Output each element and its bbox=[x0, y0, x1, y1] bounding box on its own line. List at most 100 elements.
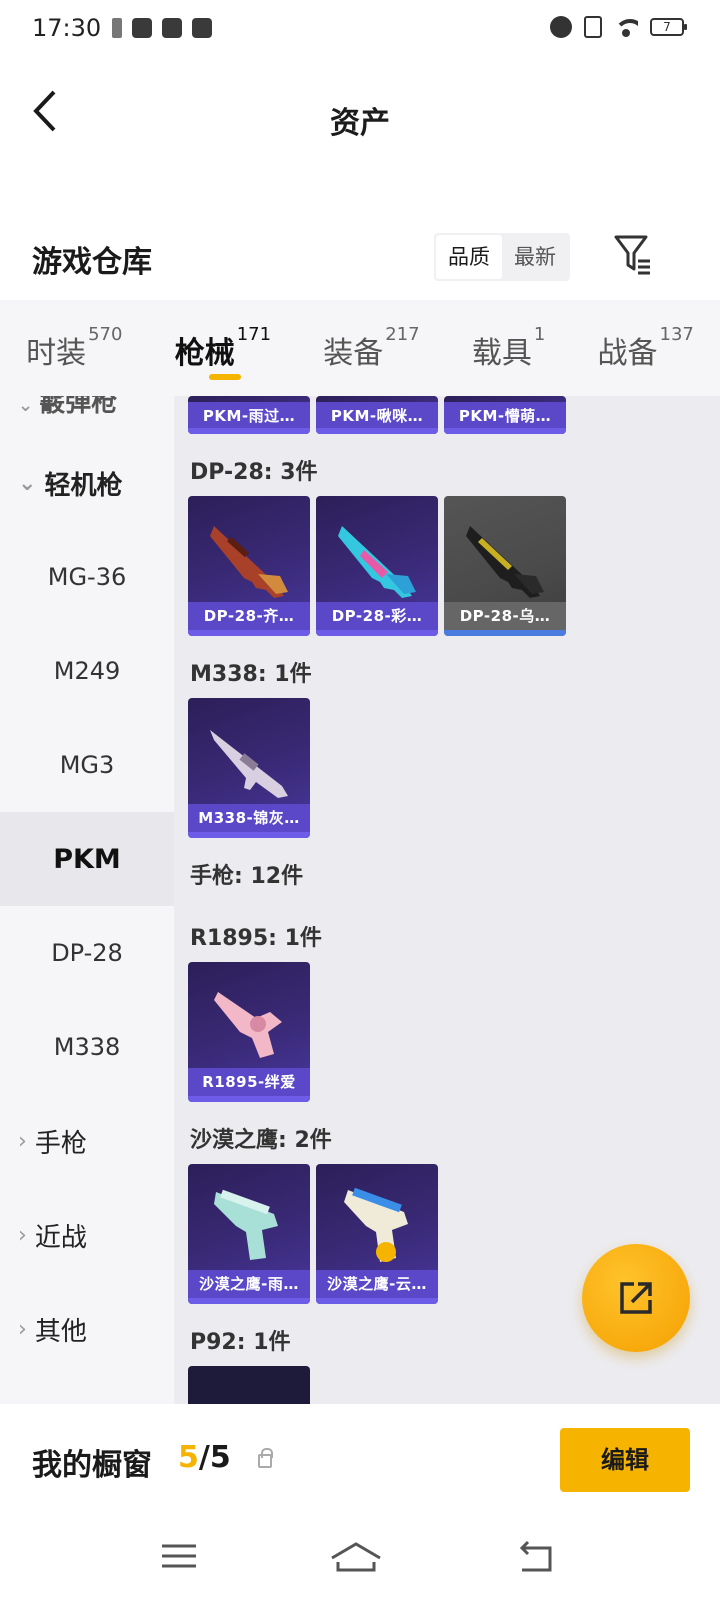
chevron-right-icon: › bbox=[18, 1316, 27, 1342]
weapon-image bbox=[466, 526, 544, 598]
group-title-desert-eagle: 沙漠之鹰: 2件 bbox=[190, 1128, 332, 1153]
tab-label: 枪械 bbox=[174, 336, 235, 371]
showcase-count: 5/5 bbox=[178, 1440, 231, 1475]
lock-icon bbox=[258, 1448, 273, 1468]
menu-button[interactable] bbox=[150, 1536, 210, 1580]
sidebar-item-m338[interactable]: M338 bbox=[0, 1000, 174, 1094]
skin-card-label: R1895-绊爱 bbox=[188, 1068, 310, 1096]
tab-fashion[interactable]: 时装 570 bbox=[26, 324, 122, 372]
rarity-bar bbox=[316, 1298, 438, 1304]
system-icons: 7 bbox=[550, 16, 687, 38]
tab-equipment[interactable]: 装备 217 bbox=[323, 324, 419, 372]
rarity-bar bbox=[188, 428, 310, 434]
sd-card-icon bbox=[112, 18, 122, 38]
system-nav-bar bbox=[0, 1522, 720, 1600]
sidebar-item-mg36[interactable]: MG-36 bbox=[0, 530, 174, 624]
chevron-down-icon: ⌄ bbox=[18, 396, 34, 416]
rarity-bar bbox=[316, 630, 438, 636]
skin-card-label: DP-28-彩… bbox=[316, 602, 438, 630]
share-icon bbox=[620, 1282, 652, 1314]
weapon-image bbox=[210, 526, 288, 598]
skin-card[interactable]: PKM-懵萌… bbox=[444, 396, 566, 434]
sidebar-item-m249[interactable]: M249 bbox=[0, 624, 174, 718]
sidebar-group-label: 手枪 bbox=[34, 1128, 87, 1159]
showcase-bar: 我的橱窗 5/5 编辑 bbox=[0, 1404, 720, 1522]
section-title-pistol: 手枪: 12件 bbox=[190, 864, 304, 889]
rarity-bar bbox=[188, 832, 310, 838]
sidebar-group-melee[interactable]: › 近战 bbox=[0, 1188, 174, 1282]
skin-card-label: PKM-雨过… bbox=[188, 402, 310, 430]
sort-quality-button[interactable]: 品质 bbox=[436, 235, 502, 279]
group-title-r1895: R1895: 1件 bbox=[190, 926, 322, 951]
skin-card[interactable]: 沙漠之鹰-雨… bbox=[188, 1164, 310, 1304]
rarity-bar bbox=[444, 630, 566, 636]
weapon-image bbox=[338, 526, 416, 598]
sidebar-item-mg3[interactable]: MG3 bbox=[0, 718, 174, 812]
skin-card[interactable]: DP-28-彩… bbox=[316, 496, 438, 636]
skin-card[interactable]: DP-28-乌… bbox=[444, 496, 566, 636]
skin-card[interactable]: M338-锦灰… bbox=[188, 698, 310, 838]
back-nav-button[interactable] bbox=[506, 1536, 566, 1580]
weapon-image bbox=[210, 730, 288, 798]
header: 资产 bbox=[0, 58, 720, 168]
share-button[interactable] bbox=[582, 1244, 690, 1352]
skin-card[interactable]: DP-28-齐… bbox=[188, 496, 310, 636]
sidebar-item-shotgun-partial[interactable]: ⌄ 霰弹枪 bbox=[18, 396, 117, 419]
skin-card[interactable] bbox=[188, 1366, 310, 1404]
app-notification-icon bbox=[162, 18, 182, 38]
sidebar-item-pkm[interactable]: PKM bbox=[0, 812, 174, 906]
tab-count: 137 bbox=[659, 324, 694, 345]
sidebar-group-pistol[interactable]: › 手枪 bbox=[0, 1094, 174, 1188]
skin-card-label: DP-28-乌… bbox=[444, 602, 566, 630]
sidebar-group-label: 其他 bbox=[34, 1316, 87, 1347]
tab-supplies[interactable]: 战备 137 bbox=[597, 324, 694, 372]
notification-icons bbox=[112, 18, 212, 38]
group-title-m338: M338: 1件 bbox=[190, 662, 312, 687]
group-title-dp28: DP-28: 3件 bbox=[190, 460, 318, 485]
status-bar: 17:30 7 bbox=[0, 0, 720, 58]
warehouse-row: 游戏仓库 品质 最新 bbox=[0, 225, 720, 295]
skin-card-label: PKM-懵萌… bbox=[444, 402, 566, 430]
active-tab-indicator bbox=[208, 374, 241, 380]
chevron-down-icon: ⌄ bbox=[18, 470, 37, 496]
warehouse-title: 游戏仓库 bbox=[32, 245, 152, 280]
play-icon bbox=[192, 18, 212, 38]
tab-count: 217 bbox=[385, 324, 420, 345]
chevron-right-icon: › bbox=[18, 1128, 27, 1154]
sidebar-group-lmg[interactable]: ⌄ 轻机枪 bbox=[0, 436, 174, 530]
tab-vehicles[interactable]: 载具 1 bbox=[471, 324, 545, 372]
filter-button[interactable] bbox=[612, 229, 656, 279]
tab-firearms[interactable]: 枪械 171 bbox=[174, 324, 271, 380]
skin-card[interactable]: PKM-啾咪… bbox=[316, 396, 438, 434]
sidebar-item-dp28[interactable]: DP-28 bbox=[0, 906, 174, 1000]
tab-count: 570 bbox=[88, 324, 123, 345]
sidebar-group-label: 近战 bbox=[34, 1222, 87, 1253]
home-button[interactable] bbox=[326, 1536, 386, 1580]
tab-count: 171 bbox=[236, 324, 272, 345]
sort-newest-button[interactable]: 最新 bbox=[502, 235, 568, 279]
weapon-image bbox=[214, 1189, 278, 1260]
skin-card[interactable]: R1895-绊爱 bbox=[188, 962, 310, 1102]
edit-button[interactable]: 编辑 bbox=[560, 1428, 690, 1492]
weapon-type-sidebar: ⌄ 霰弹枪 ⌄ 轻机枪 MG-36 M249 MG3 PKM DP-28 M338… bbox=[0, 396, 174, 1404]
tab-label: 载具 bbox=[471, 336, 532, 371]
battery-icon: 7 bbox=[650, 18, 687, 36]
sidebar-group-other[interactable]: › 其他 bbox=[0, 1282, 174, 1376]
rarity-bar bbox=[188, 1298, 310, 1304]
skin-card[interactable]: PKM-雨过… bbox=[188, 396, 310, 434]
no-sim-icon bbox=[584, 16, 602, 38]
rarity-bar bbox=[444, 428, 566, 434]
sidebar-group-label: 轻机枪 bbox=[44, 470, 123, 501]
skin-card-label: M338-锦灰… bbox=[188, 804, 310, 832]
weapon-image bbox=[344, 1187, 408, 1262]
tab-label: 战备 bbox=[597, 336, 658, 371]
wifi-icon bbox=[614, 17, 638, 37]
skin-card[interactable]: 沙漠之鹰-云… bbox=[316, 1164, 438, 1304]
skin-card-label: DP-28-齐… bbox=[188, 602, 310, 630]
showcase-total: /5 bbox=[198, 1440, 231, 1475]
home-icon bbox=[331, 1542, 381, 1572]
return-icon bbox=[519, 1540, 552, 1572]
sort-toggle: 品质 最新 bbox=[434, 233, 570, 281]
menu-icon bbox=[162, 1544, 196, 1568]
tab-label: 装备 bbox=[323, 336, 384, 371]
